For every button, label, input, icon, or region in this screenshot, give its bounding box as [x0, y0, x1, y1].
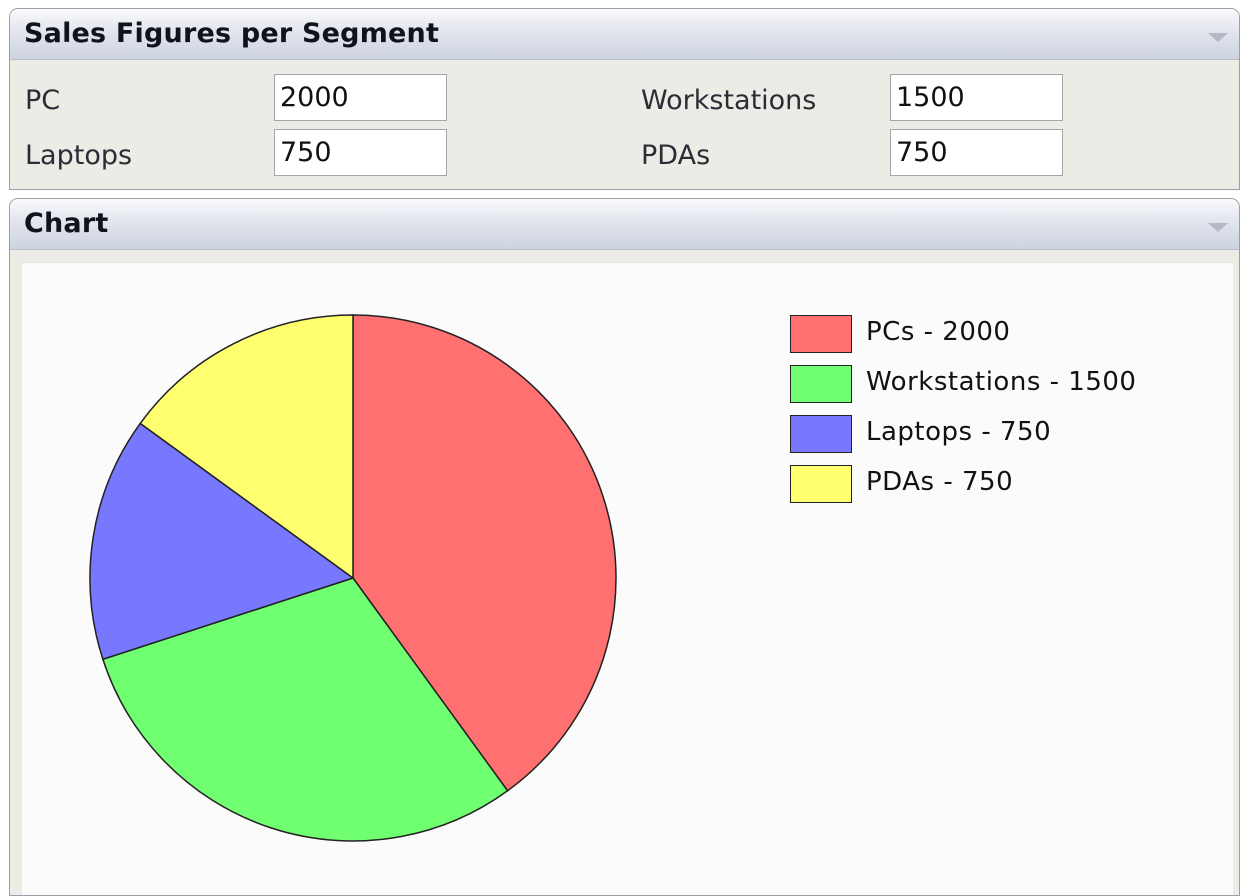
- legend-label: PCs - 2000: [866, 317, 1011, 347]
- pdas-label: PDAs: [641, 140, 711, 171]
- legend-label: Workstations - 1500: [866, 367, 1137, 397]
- legend-swatch: [790, 315, 852, 353]
- chart-panel: Chart PCs - 2000 Workstations - 1500 Lap…: [9, 198, 1240, 896]
- laptops-input[interactable]: [274, 129, 447, 176]
- sales-panel-header[interactable]: Sales Figures per Segment: [10, 9, 1239, 60]
- sales-panel-title: Sales Figures per Segment: [24, 18, 440, 49]
- laptops-label: Laptops: [25, 140, 133, 171]
- legend-swatch: [790, 465, 852, 503]
- collapse-triangle-icon[interactable]: [1208, 33, 1228, 42]
- legend-swatch: [790, 365, 852, 403]
- legend-label: Laptops - 750: [866, 417, 1052, 447]
- legend-swatch: [790, 415, 852, 453]
- pc-label: PC: [25, 85, 61, 116]
- sales-figures-panel: Sales Figures per Segment PC Workstation…: [9, 8, 1240, 190]
- pc-input[interactable]: [274, 74, 447, 121]
- chart-panel-title: Chart: [24, 208, 109, 239]
- pie-chart: [89, 314, 617, 842]
- workstations-input[interactable]: [890, 74, 1063, 121]
- workstations-label: Workstations: [641, 85, 817, 116]
- chart-panel-header[interactable]: Chart: [10, 199, 1239, 250]
- pie-chart-area: PCs - 2000 Workstations - 1500 Laptops -…: [22, 262, 1233, 895]
- legend-label: PDAs - 750: [866, 467, 1014, 497]
- collapse-triangle-icon[interactable]: [1208, 223, 1228, 232]
- pdas-input[interactable]: [890, 129, 1063, 176]
